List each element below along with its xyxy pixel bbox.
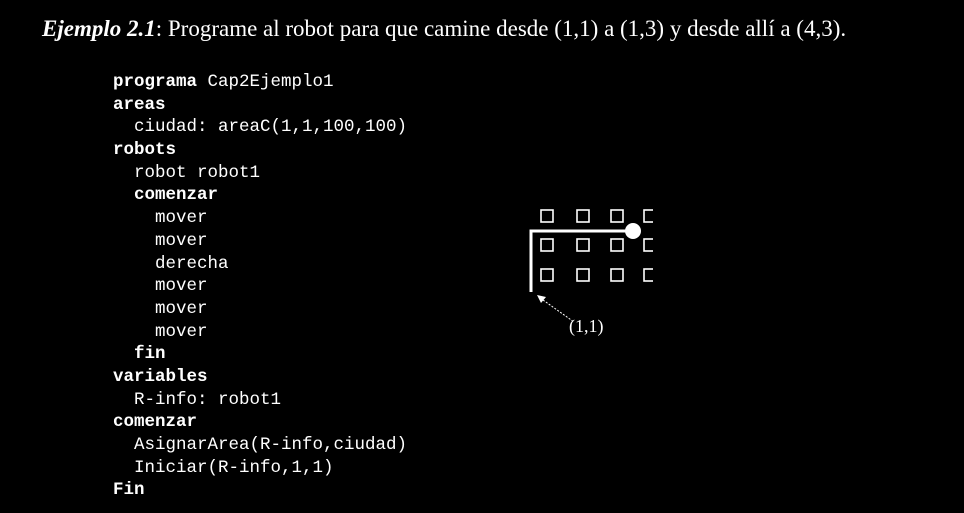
- code-text: Cap2Ejemplo1: [197, 72, 334, 92]
- code-keyword: Fin: [113, 480, 145, 501]
- code-keyword: comenzar: [113, 412, 198, 433]
- code-text: mover: [155, 208, 208, 229]
- code-line: AsignarArea(R-info,ciudad): [113, 434, 407, 457]
- code-line: R-info: robot1: [113, 389, 407, 412]
- code-line: fin: [113, 343, 407, 366]
- code-text: Iniciar(R-info,1,1): [134, 457, 334, 478]
- code-line: Iniciar(R-info,1,1): [113, 457, 407, 480]
- code-line: derecha: [113, 253, 407, 276]
- code-line: comenzar: [113, 184, 407, 207]
- code-keyword: variables: [113, 366, 208, 387]
- code-text: derecha: [155, 253, 229, 274]
- code-text: R-info: robot1: [134, 389, 282, 410]
- example-statement: : Programe al robot para que camine desd…: [155, 16, 847, 41]
- grid-cell: [643, 268, 657, 282]
- code-line: comenzar: [113, 411, 407, 434]
- code-text: mover: [155, 230, 208, 251]
- code-line: mover: [113, 298, 407, 321]
- code-line: mover: [113, 321, 407, 344]
- code-text: mover: [155, 276, 208, 297]
- code-text: mover: [155, 321, 208, 342]
- example-heading: Ejemplo 2.1: Programe al robot para que …: [42, 14, 894, 43]
- grid-cell: [540, 238, 554, 252]
- code-line: ciudad: areaC(1,1,100,100): [113, 116, 407, 139]
- grid-cell: [540, 209, 554, 223]
- code-keyword: robots: [113, 140, 177, 161]
- code-line: variables: [113, 366, 407, 389]
- example-label: Ejemplo 2.1: [42, 16, 156, 41]
- code-keyword: fin: [134, 344, 166, 365]
- code-text: ciudad: areaC(1,1,100,100): [134, 117, 408, 138]
- grid-cell: [540, 268, 554, 282]
- start-arrow-head: [537, 295, 546, 303]
- robot-path: [529, 229, 633, 292]
- grid-cell: [610, 238, 624, 252]
- code-text: robot robot1: [134, 162, 261, 183]
- code-line: Fin: [113, 479, 407, 502]
- code-line: robots: [113, 139, 407, 162]
- code-line: mover: [113, 207, 407, 230]
- code-text: AsignarArea(R-info,ciudad): [134, 435, 408, 455]
- code-keyword: programa: [113, 72, 198, 92]
- robot-end-dot: [625, 223, 641, 239]
- grid-cell: [643, 209, 657, 223]
- grid-cell: [576, 209, 590, 223]
- grid-cell: [576, 268, 590, 282]
- code-line: mover: [113, 230, 407, 253]
- grid-cell: [610, 268, 624, 282]
- code-keyword: areas: [113, 94, 166, 115]
- grid-cell: [576, 238, 590, 252]
- code-line: programa Cap2Ejemplo1: [113, 71, 407, 94]
- code-block: programa Cap2Ejemplo1 areas ciudad: areaC…: [113, 71, 407, 502]
- code-keyword: comenzar: [134, 185, 219, 206]
- start-position-label: (1,1): [569, 316, 604, 336]
- code-line: areas: [113, 94, 407, 117]
- code-line: robot robot1: [113, 162, 407, 185]
- code-line: mover: [113, 275, 407, 298]
- grid-cell: [610, 209, 624, 223]
- grid-cell: [643, 238, 657, 252]
- code-text: mover: [155, 298, 208, 319]
